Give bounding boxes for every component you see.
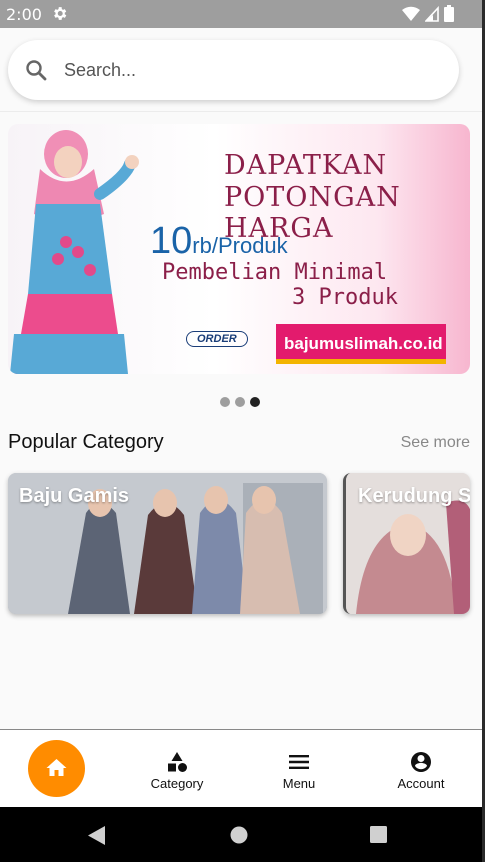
banner-price: 10rb/Produk (150, 220, 288, 263)
category-icon (168, 752, 187, 772)
banner-headline-1: DAPATKAN (224, 150, 388, 181)
back-icon[interactable] (88, 826, 106, 845)
status-bar: 2:00 (0, 0, 482, 28)
nav-account-label: Account (397, 776, 445, 791)
carousel-dot[interactable] (220, 397, 230, 407)
category-card-kerudung[interactable]: Kerudung Segi Empat (343, 473, 470, 614)
nav-category[interactable]: Category (132, 750, 222, 791)
category-label: Kerudung Segi Empat (358, 485, 470, 507)
status-time: 2:00 (6, 5, 42, 24)
wifi-icon (402, 6, 420, 21)
category-label: Baju Gamis (19, 485, 130, 507)
nav-home-button[interactable] (28, 740, 85, 797)
search-icon (26, 60, 47, 81)
order-badge: ORDER (186, 331, 248, 347)
system-navigation-bar (0, 807, 482, 862)
promo-banner[interactable]: DAPATKAN POTONGAN HARGA 10rb/Produk Pemb… (8, 124, 470, 374)
banner-website: bajumuslimah.co.id (276, 324, 446, 364)
nav-account[interactable]: Account (376, 750, 466, 791)
banner-min-qty: 3 Produk (292, 285, 398, 310)
see-more-link[interactable]: See more (401, 434, 470, 452)
home-icon (46, 759, 67, 776)
carousel-dot[interactable] (235, 397, 245, 407)
account-icon (411, 752, 431, 772)
nav-menu-label: Menu (282, 776, 316, 791)
nav-category-label: Category (150, 776, 204, 791)
recents-icon[interactable] (370, 826, 387, 843)
menu-icon (289, 755, 309, 769)
search-box[interactable] (8, 40, 459, 100)
carousel-indicator (220, 397, 260, 407)
banner-price-number: 10 (150, 220, 193, 262)
carousel-dot-active[interactable] (250, 397, 260, 407)
bottom-navigation: Category Menu Account (0, 729, 482, 807)
banner-price-unit: rb/Produk (192, 233, 288, 258)
category-card-baju-gamis[interactable]: Baju Gamis (8, 473, 327, 614)
home-circle-icon[interactable] (230, 826, 248, 844)
search-input[interactable] (64, 55, 434, 85)
section-title-popular-category: Popular Category (8, 431, 164, 453)
gear-icon (54, 7, 67, 20)
search-bar-container (0, 28, 482, 112)
battery-icon (444, 5, 454, 22)
banner-model-image (10, 130, 139, 374)
banner-min-purchase: Pembelian Minimal (162, 260, 388, 285)
signal-icon (425, 5, 439, 22)
nav-menu[interactable]: Menu (254, 750, 344, 791)
